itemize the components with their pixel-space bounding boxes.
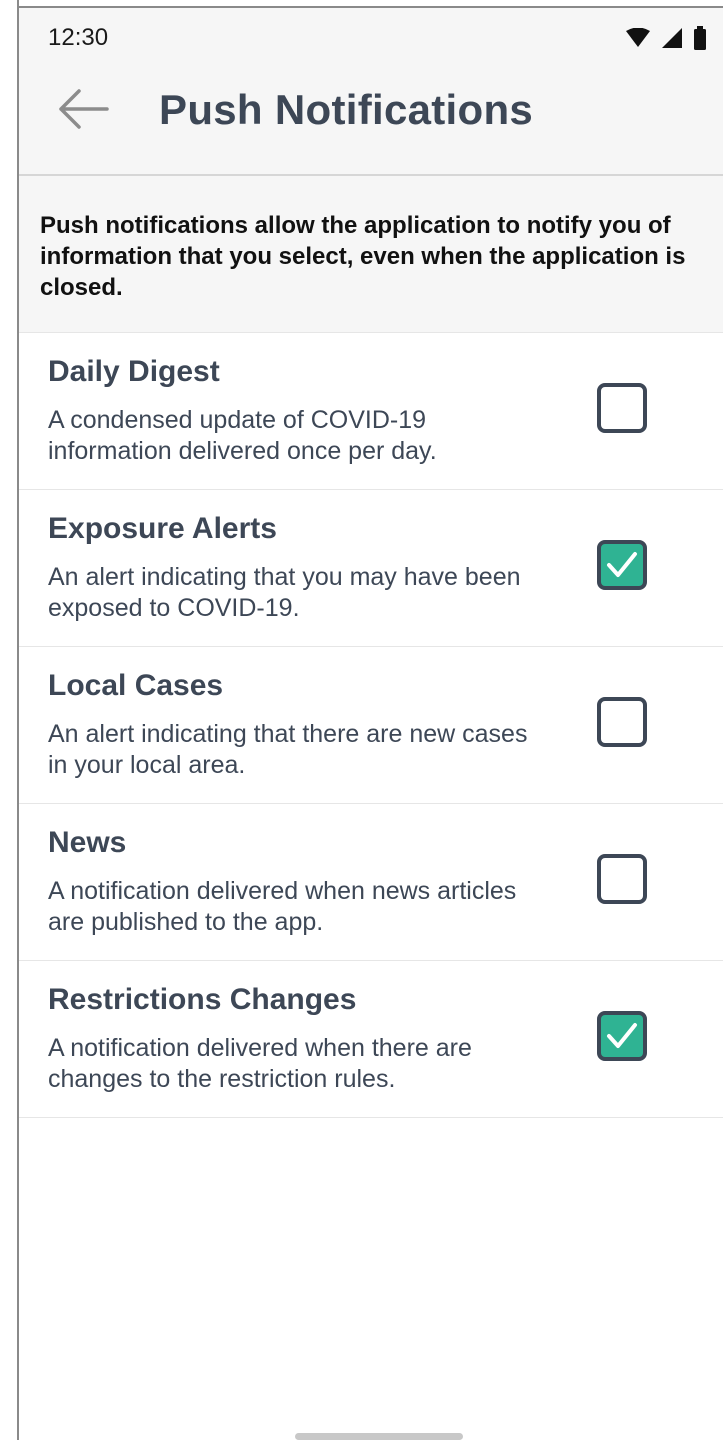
option-description: An alert indicating that you may have be…: [48, 563, 521, 622]
intro-panel: Push notifications allow the application…: [19, 176, 723, 333]
daily-digest-checkbox[interactable]: [597, 383, 647, 433]
option-news[interactable]: News A notification delivered when news …: [19, 804, 723, 961]
option-description: A condensed update of COVID-19 informati…: [48, 406, 437, 465]
app-screen: 12:30 Push Notifications Push notificati…: [19, 8, 723, 1440]
checkmark-icon: [607, 552, 637, 577]
home-indicator[interactable]: [295, 1433, 463, 1440]
local-cases-checkbox[interactable]: [597, 697, 647, 747]
back-button[interactable]: [53, 86, 113, 136]
option-daily-digest[interactable]: Daily Digest A condensed update of COVID…: [19, 333, 723, 490]
battery-icon: [693, 26, 707, 55]
option-exposure-alerts[interactable]: Exposure Alerts An alert indicating that…: [19, 490, 723, 647]
option-title: News: [48, 826, 127, 859]
option-title: Exposure Alerts: [48, 512, 277, 545]
option-description: A notification delivered when news artic…: [48, 877, 517, 936]
back-arrow-icon: [57, 88, 109, 134]
page-title: Push Notifications: [159, 86, 534, 133]
option-local-cases[interactable]: Local Cases An alert indicating that the…: [19, 647, 723, 804]
checkmark-icon: [607, 1023, 637, 1048]
option-title: Restrictions Changes: [48, 983, 357, 1016]
option-title: Local Cases: [48, 669, 224, 702]
exposure-alerts-checkbox[interactable]: [597, 540, 647, 590]
intro-text: Push notifications allow the application…: [40, 212, 686, 301]
signal-icon: [661, 27, 683, 54]
option-description: A notification delivered when there are …: [48, 1034, 472, 1093]
option-restrictions-changes[interactable]: Restrictions Changes A notification deli…: [19, 961, 723, 1118]
app-header: 12:30 Push Notifications: [19, 8, 723, 176]
status-icons: [625, 26, 707, 55]
option-description: An alert indicating that there are new c…: [48, 720, 528, 779]
wifi-icon: [625, 27, 651, 53]
news-checkbox[interactable]: [597, 854, 647, 904]
option-title: Daily Digest: [48, 355, 220, 388]
notification-options-list: Daily Digest A condensed update of COVID…: [19, 333, 723, 1118]
status-time: 12:30: [48, 24, 109, 51]
restrictions-changes-checkbox[interactable]: [597, 1011, 647, 1061]
